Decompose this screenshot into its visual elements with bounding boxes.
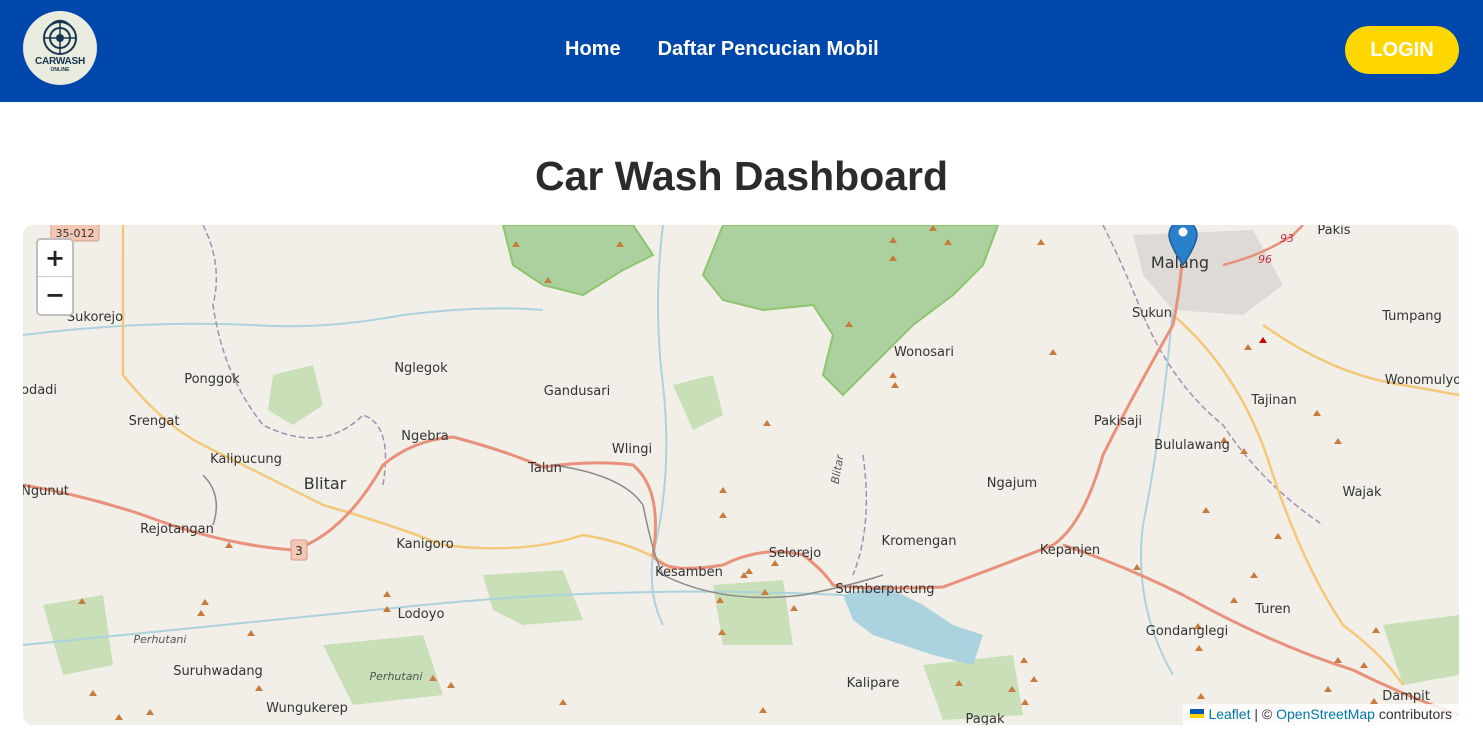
place-label: Srengat <box>129 414 180 429</box>
place-label: Sukun <box>1132 306 1172 321</box>
map-attribution: Leaflet | © OpenStreetMap contributors <box>1183 704 1459 725</box>
place-label: Wonomulyo <box>1385 373 1459 388</box>
place-label: Suruhwadang <box>173 664 263 679</box>
ukraine-flag-icon <box>1190 709 1205 718</box>
attribution-contributors: contributors <box>1378 706 1452 722</box>
carwash-logo[interactable]: CARWASH ONLINE <box>23 11 97 85</box>
map-pin-icon[interactable] <box>1168 225 1198 266</box>
place-label: Gondanglegi <box>1146 624 1228 639</box>
attribution-separator: | © <box>1254 706 1273 722</box>
place-label: Kesamben <box>655 565 723 580</box>
logo-emblem-icon <box>43 19 77 55</box>
road-shield-label: 3 <box>295 544 303 558</box>
zoom-out-button[interactable]: − <box>38 277 72 314</box>
place-label: Rejotangan <box>140 522 214 537</box>
place-label: Wonosari <box>894 345 954 360</box>
nav-home-link[interactable]: Home <box>565 38 621 61</box>
place-label: Tajinan <box>1250 393 1296 408</box>
place-label: Gandusari <box>544 384 610 399</box>
login-button[interactable]: LOGIN <box>1345 26 1459 74</box>
place-label: Kanigoro <box>396 537 453 552</box>
leaflet-link[interactable]: Leaflet <box>1208 706 1250 722</box>
place-label: Kalipare <box>847 676 900 691</box>
zoom-in-button[interactable]: + <box>38 240 72 277</box>
place-label: Ponggok <box>184 372 240 387</box>
road-number: 96 <box>1258 253 1272 266</box>
logo-subtext: ONLINE <box>50 67 70 73</box>
place-label: Tumpang <box>1381 309 1442 324</box>
logo-text: CARWASH <box>34 56 86 67</box>
place-label: Dampit <box>1382 689 1430 704</box>
place-label: Wungukerep <box>266 701 348 716</box>
place-label: Kromengan <box>882 534 957 549</box>
place-label: Blitar <box>304 474 347 493</box>
place-label: Pakis <box>1317 225 1350 238</box>
place-label: Wajak <box>1342 485 1382 500</box>
place-label: Kepanjen <box>1040 543 1100 558</box>
place-label: Nglegok <box>394 361 448 376</box>
place-label: Pagak <box>966 712 1005 725</box>
area-label: Perhutani <box>134 633 187 646</box>
place-label: Selorejo <box>769 546 821 561</box>
nav-links: Home Daftar Pencucian Mobil <box>565 38 879 61</box>
place-label: Turen <box>1254 602 1291 617</box>
place-label: Ngebra <box>401 429 449 444</box>
zoom-control: + − <box>36 238 74 316</box>
map-container[interactable]: 35-012 3 93 96 Malang Pakis Sukun Tumpan… <box>23 225 1459 725</box>
place-label: Ngajum <box>987 476 1037 491</box>
place-label: Kalipucung <box>210 452 282 467</box>
place-label: Sumberpucung <box>835 582 934 597</box>
nav-car-wash-list-link[interactable]: Daftar Pencucian Mobil <box>658 38 879 61</box>
place-label: odadi <box>23 383 57 398</box>
place-label: Talun <box>527 461 562 476</box>
place-label: Sukorejo <box>67 310 123 325</box>
page-title: Car Wash Dashboard <box>534 153 949 199</box>
area-label: Perhutani <box>370 670 423 683</box>
road-number: 93 <box>1280 232 1294 245</box>
place-label: Bululawang <box>1154 438 1230 453</box>
navbar: CARWASH ONLINE Home Daftar Pencucian Mob… <box>0 0 1483 102</box>
map-tiles[interactable]: 35-012 3 93 96 Malang Pakis Sukun Tumpan… <box>23 225 1459 725</box>
forest-area <box>713 580 793 645</box>
place-label: Wlingi <box>612 442 652 457</box>
place-label: Pakisaji <box>1094 414 1142 429</box>
place-label: Ngunut <box>23 484 69 499</box>
openstreetmap-link[interactable]: OpenStreetMap <box>1276 706 1375 722</box>
place-label: Lodoyo <box>398 607 445 622</box>
